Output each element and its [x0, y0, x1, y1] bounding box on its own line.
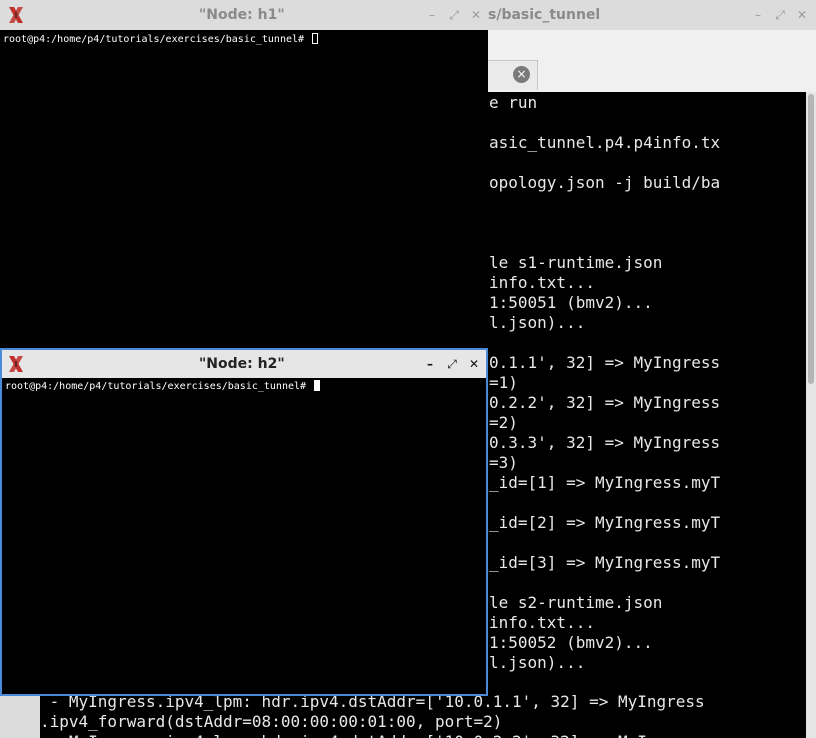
terminal-output-line: 0.2.2', 32] => MyIngress — [489, 393, 721, 412]
background-window-controls: – ⤢ ✕ — [752, 0, 808, 30]
terminal-tab[interactable] — [486, 60, 538, 90]
h1-window-controls: – ⤢ ✕ — [426, 0, 482, 30]
close-icon[interactable]: ✕ — [470, 9, 482, 21]
h2-prompt-line: root@p4:/home/p4/tutorials/exercises/bas… — [5, 380, 321, 392]
h1-prompt-line: root@p4:/home/p4/tutorials/exercises/bas… — [3, 33, 319, 45]
h2-titlebar[interactable]: "Node: h2" – ⤢ ✕ — [2, 350, 486, 378]
terminal-output-line: 0.1.1', 32] => MyIngress — [489, 353, 721, 372]
terminal-output-line: asic_tunnel.p4.p4info.tx — [489, 133, 721, 152]
scrollbar-thumb[interactable] — [808, 94, 814, 384]
close-icon[interactable]: ✕ — [796, 9, 808, 21]
x11-logo-icon — [9, 356, 23, 372]
terminal-output-line: =2) — [489, 413, 518, 432]
terminal-output-line: info.txt... — [489, 273, 595, 292]
tab-close-icon[interactable]: × — [513, 66, 530, 83]
h2-window-title: "Node: h2" — [199, 356, 285, 372]
terminal-output-line: _id=[1] => MyIngress.myT — [489, 473, 721, 492]
h1-titlebar[interactable]: "Node: h1" – ⤢ ✕ — [0, 0, 488, 30]
terminal-output-line: le s2-runtime.json — [489, 593, 663, 612]
minimize-icon[interactable]: – — [424, 358, 436, 370]
terminal-output-line: 0.3.3', 32] => MyIngress — [489, 433, 721, 452]
terminal-output-line: - MyIngress.ipv4_lpm: hdr.ipv4.dstAddr=[… — [40, 732, 705, 738]
terminal-output-line: 1:50051 (bmv2)... — [489, 293, 653, 312]
h2-terminal[interactable]: root@p4:/home/p4/tutorials/exercises/bas… — [2, 378, 486, 694]
h1-terminal[interactable]: root@p4:/home/p4/tutorials/exercises/bas… — [0, 30, 486, 348]
background-window-title: s/basic_tunnel — [488, 7, 601, 23]
h1-cursor — [312, 33, 319, 44]
h2-window-controls: – ⤢ ✕ — [424, 350, 480, 378]
h1-window-title: "Node: h1" — [199, 7, 285, 23]
terminal-output-line: l.json)... — [489, 313, 586, 332]
terminal-output-line: info.txt... — [489, 613, 595, 632]
maximize-icon[interactable]: ⤢ — [446, 358, 458, 370]
terminal-output-line: e run — [489, 93, 538, 112]
h1-prompt: root@p4:/home/p4/tutorials/exercises/bas… — [3, 34, 311, 45]
terminal-output-line: =1) — [489, 373, 518, 392]
maximize-icon[interactable]: ⤢ — [448, 9, 460, 21]
terminal-output-line: opology.json -j build/ba — [489, 173, 721, 192]
terminal-output-line: _id=[3] => MyIngress.myT — [489, 553, 721, 572]
terminal-output-line: =3) — [489, 453, 518, 472]
minimize-icon[interactable]: – — [426, 9, 438, 21]
terminal-output-line: l.json)... — [489, 653, 586, 672]
x11-logo-icon — [9, 7, 23, 23]
terminal-output-line: 1:50052 (bmv2)... — [489, 633, 653, 652]
node-h1-window: "Node: h1" – ⤢ ✕ root@p4:/home/p4/tutori… — [0, 0, 488, 348]
maximize-icon[interactable]: ⤢ — [774, 9, 786, 21]
node-h2-window: "Node: h2" – ⤢ ✕ root@p4:/home/p4/tutori… — [0, 348, 488, 696]
terminal-output-line: le s1-runtime.json — [489, 253, 663, 272]
h2-prompt: root@p4:/home/p4/tutorials/exercises/bas… — [5, 381, 313, 392]
h2-cursor — [314, 380, 321, 391]
terminal-output-line: .ipv4_forward(dstAddr=08:00:00:00:01:00,… — [40, 712, 503, 731]
close-icon[interactable]: ✕ — [468, 358, 480, 370]
minimize-icon[interactable]: – — [752, 9, 764, 21]
terminal-output-line: _id=[2] => MyIngress.myT — [489, 513, 721, 532]
